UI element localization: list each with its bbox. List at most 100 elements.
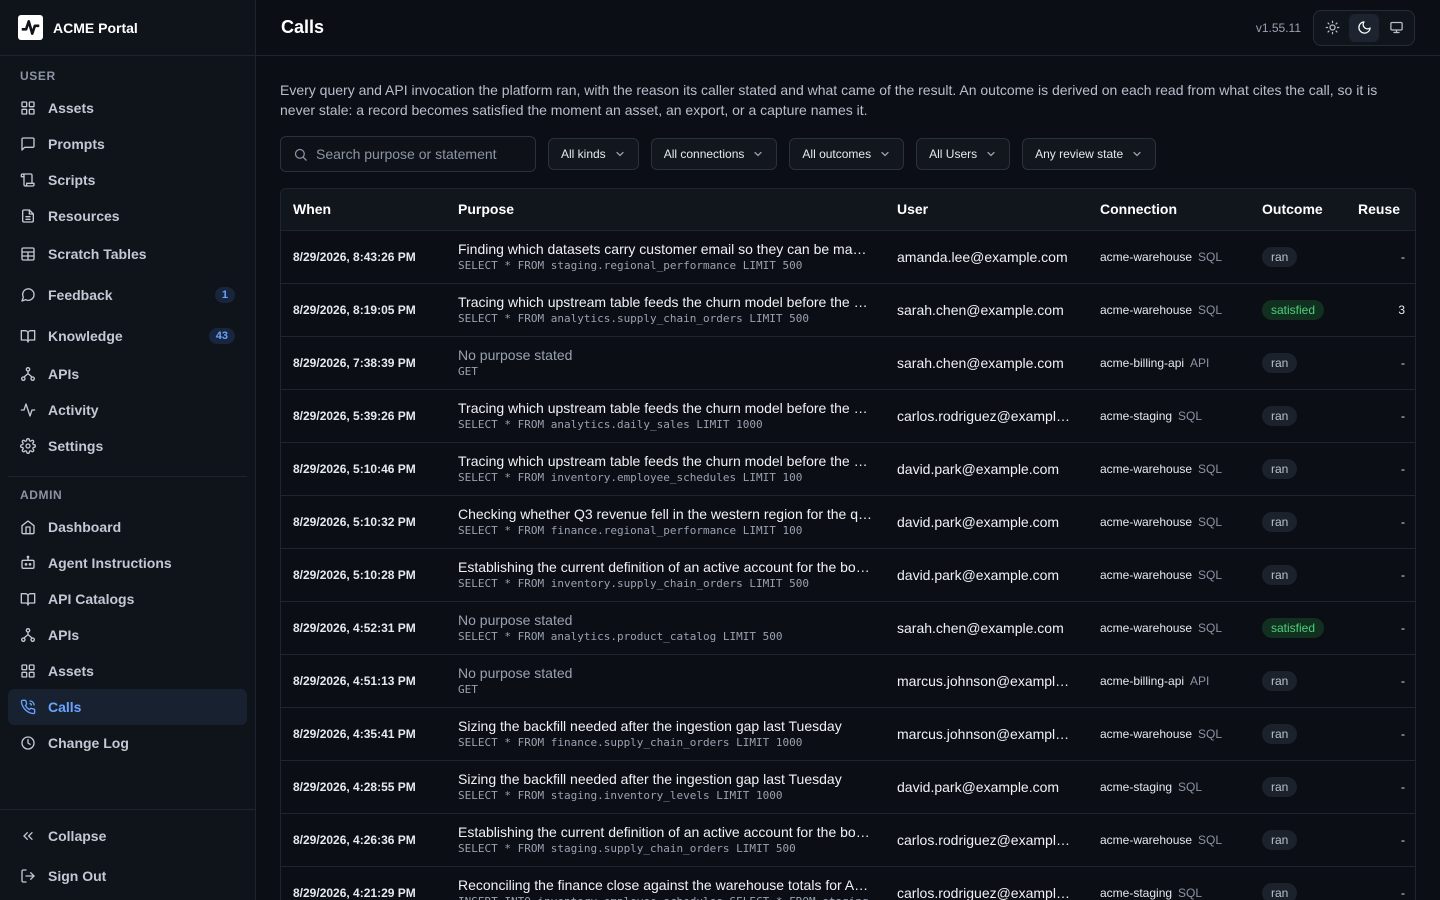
- connection-name: acme-warehouse: [1100, 726, 1193, 741]
- connection-name: acme-warehouse: [1100, 620, 1193, 635]
- admin-nav: Dashboard Agent Instructions API Catalogs A…: [0, 509, 255, 761]
- table-row[interactable]: 8/29/2026, 8:19:05 PM Tracing which upstr…: [281, 283, 1415, 337]
- sidebar-footer: Collapse Sign Out: [0, 809, 255, 900]
- table-row[interactable]: 8/29/2026, 5:10:28 PM Establishing the cu…: [281, 548, 1415, 602]
- cell-purpose: Finding which datasets carry customer em…: [446, 230, 885, 284]
- cell-reuse: -: [1346, 654, 1415, 708]
- cell-purpose: Establishing the current definition of a…: [446, 548, 885, 602]
- table-row[interactable]: 8/29/2026, 5:39:26 PM Tracing which upstr…: [281, 389, 1415, 443]
- column-header-reuse[interactable]: Reuse: [1346, 189, 1415, 231]
- cell-connection: acme-warehouse SQL: [1088, 548, 1250, 602]
- sidebar-item-knowledge[interactable]: Knowledge 43: [8, 315, 247, 356]
- search-input[interactable]: [316, 146, 516, 162]
- table-row[interactable]: 8/29/2026, 5:10:46 PM Tracing which upstr…: [281, 442, 1415, 496]
- sidebar-item-scratch-tables[interactable]: Scratch Tables: [8, 234, 247, 274]
- table-row[interactable]: 8/29/2026, 4:21:29 PM Reconciling the fin…: [281, 866, 1415, 900]
- column-header-outcome[interactable]: Outcome: [1250, 189, 1346, 231]
- column-header-purpose[interactable]: Purpose: [446, 189, 885, 231]
- chevron-down-icon: [881, 151, 889, 157]
- cell-outcome: ran: [1250, 866, 1346, 900]
- column-header-connection[interactable]: Connection: [1088, 189, 1250, 231]
- sidebar-item-assets[interactable]: Assets: [8, 653, 247, 689]
- sidebar-item-scripts[interactable]: Scripts: [8, 162, 247, 198]
- theme-dark-button[interactable]: [1349, 13, 1379, 42]
- sidebar-item-api-catalogs[interactable]: API Catalogs: [8, 581, 247, 617]
- purpose-statement: SELECT * FROM finance.supply_chain_order…: [458, 735, 803, 749]
- connection-name: acme-staging: [1100, 885, 1173, 900]
- sidebar-item-agent-instructions[interactable]: Agent Instructions: [8, 545, 247, 581]
- sidebar-item-activity[interactable]: Activity: [8, 392, 247, 428]
- outcome-badge: ran: [1262, 511, 1298, 532]
- sidebar-item-dashboard[interactable]: Dashboard: [8, 509, 247, 545]
- sidebar-item-label: Assets: [48, 663, 94, 679]
- purpose-statement: SELECT * FROM analytics.daily_sales LIMI…: [458, 417, 763, 431]
- table-row[interactable]: 8/29/2026, 4:51:13 PM No purpose stated GE…: [281, 654, 1415, 708]
- user-section-label: USER: [20, 69, 56, 83]
- brand[interactable]: ACME Portal: [0, 0, 255, 56]
- cell-outcome: ran: [1250, 442, 1346, 496]
- sidebar-item-assets[interactable]: Assets: [8, 90, 247, 126]
- sidebar-item-settings[interactable]: Settings: [8, 428, 247, 464]
- sidebar-item-label: Assets: [48, 100, 94, 116]
- table-row[interactable]: 8/29/2026, 4:28:55 PM Sizing the backfill…: [281, 760, 1415, 814]
- sidebar-item-feedback[interactable]: Feedback 1: [8, 274, 247, 315]
- cell-purpose: No purpose stated GET: [446, 654, 885, 708]
- outcome-badge: satisfied: [1262, 617, 1325, 638]
- calls-table: When Purpose User Connection Outcome Reu…: [281, 189, 1415, 900]
- collapse-label: Collapse: [48, 828, 107, 844]
- table-row[interactable]: 8/29/2026, 7:38:39 PM No purpose stated GE…: [281, 336, 1415, 390]
- sidebar-item-prompts[interactable]: Prompts: [8, 126, 247, 162]
- table-row[interactable]: 8/29/2026, 4:52:31 PM No purpose stated SE…: [281, 601, 1415, 655]
- purpose-text: No purpose stated: [458, 346, 573, 363]
- cell-outcome: ran: [1250, 548, 1346, 602]
- network-icon: [20, 366, 36, 382]
- cell-user: david.park@example.com: [885, 760, 1088, 814]
- column-header-when[interactable]: When: [281, 189, 446, 231]
- sign-out-button[interactable]: Sign Out: [8, 856, 247, 896]
- outcome-badge: ran: [1262, 246, 1298, 267]
- purpose-statement: SELECT * FROM staging.supply_chain_order…: [458, 841, 796, 855]
- cell-user: amanda.lee@example.com: [885, 230, 1088, 284]
- cell-reuse: -: [1346, 389, 1415, 443]
- purpose-statement: GET: [458, 364, 478, 378]
- purpose-text: Checking whether Q3 revenue fell in the …: [458, 505, 873, 522]
- purpose-statement: SELECT * FROM inventory.employee_schedul…: [458, 470, 803, 484]
- sidebar-item-label: Change Log: [48, 735, 129, 751]
- cell-when: 8/29/2026, 5:10:46 PM: [281, 442, 446, 496]
- table-row[interactable]: 8/29/2026, 4:26:36 PM Establishing the cu…: [281, 813, 1415, 867]
- user-filter-select[interactable]: All Users: [916, 138, 1011, 170]
- sidebar-item-apis[interactable]: APIs: [8, 617, 247, 653]
- review-filter-select[interactable]: Any review state: [1022, 138, 1157, 170]
- cell-connection: acme-warehouse SQL: [1088, 230, 1250, 284]
- theme-light-button[interactable]: [1317, 14, 1347, 42]
- cell-reuse: -: [1346, 760, 1415, 814]
- monitor-icon: [1389, 21, 1403, 34]
- cell-user: david.park@example.com: [885, 442, 1088, 496]
- connection-filter-select[interactable]: All connections: [650, 138, 778, 170]
- table-row[interactable]: 8/29/2026, 8:43:26 PM Finding which datas…: [281, 230, 1415, 284]
- purpose-statement: SELECT * FROM staging.inventory_levels L…: [458, 788, 783, 802]
- collapse-button[interactable]: Collapse: [8, 816, 247, 856]
- purpose-text: Sizing the backfill needed after the ing…: [458, 770, 842, 787]
- message-circle-icon: [20, 287, 36, 303]
- table-row[interactable]: 8/29/2026, 4:35:41 PM Sizing the backfill…: [281, 707, 1415, 761]
- connection-kind: SQL: [1198, 832, 1223, 847]
- sidebar-item-apis[interactable]: APIs: [8, 356, 247, 392]
- sidebar-item-change-log[interactable]: Change Log: [8, 725, 247, 761]
- cell-connection: acme-staging SQL: [1088, 389, 1250, 443]
- log-out-icon: [20, 868, 36, 884]
- cell-purpose: Establishing the current definition of a…: [446, 813, 885, 867]
- sidebar-item-calls[interactable]: Calls: [8, 689, 247, 725]
- kind-filter-select[interactable]: All kinds: [548, 138, 639, 170]
- column-header-user[interactable]: User: [885, 189, 1088, 231]
- purpose-statement: SELECT * FROM analytics.product_catalog …: [458, 629, 783, 643]
- sidebar-item-resources[interactable]: Resources: [8, 198, 247, 234]
- home-icon: [20, 519, 36, 535]
- cell-purpose: Sizing the backfill needed after the ing…: [446, 707, 885, 761]
- table-row[interactable]: 8/29/2026, 5:10:32 PM Checking whether Q3…: [281, 495, 1415, 549]
- cell-connection: acme-staging SQL: [1088, 760, 1250, 814]
- search-box[interactable]: [280, 136, 536, 172]
- outcome-filter-select[interactable]: All outcomes: [789, 138, 905, 170]
- connection-kind: SQL: [1198, 514, 1223, 529]
- theme-system-button[interactable]: [1381, 14, 1411, 42]
